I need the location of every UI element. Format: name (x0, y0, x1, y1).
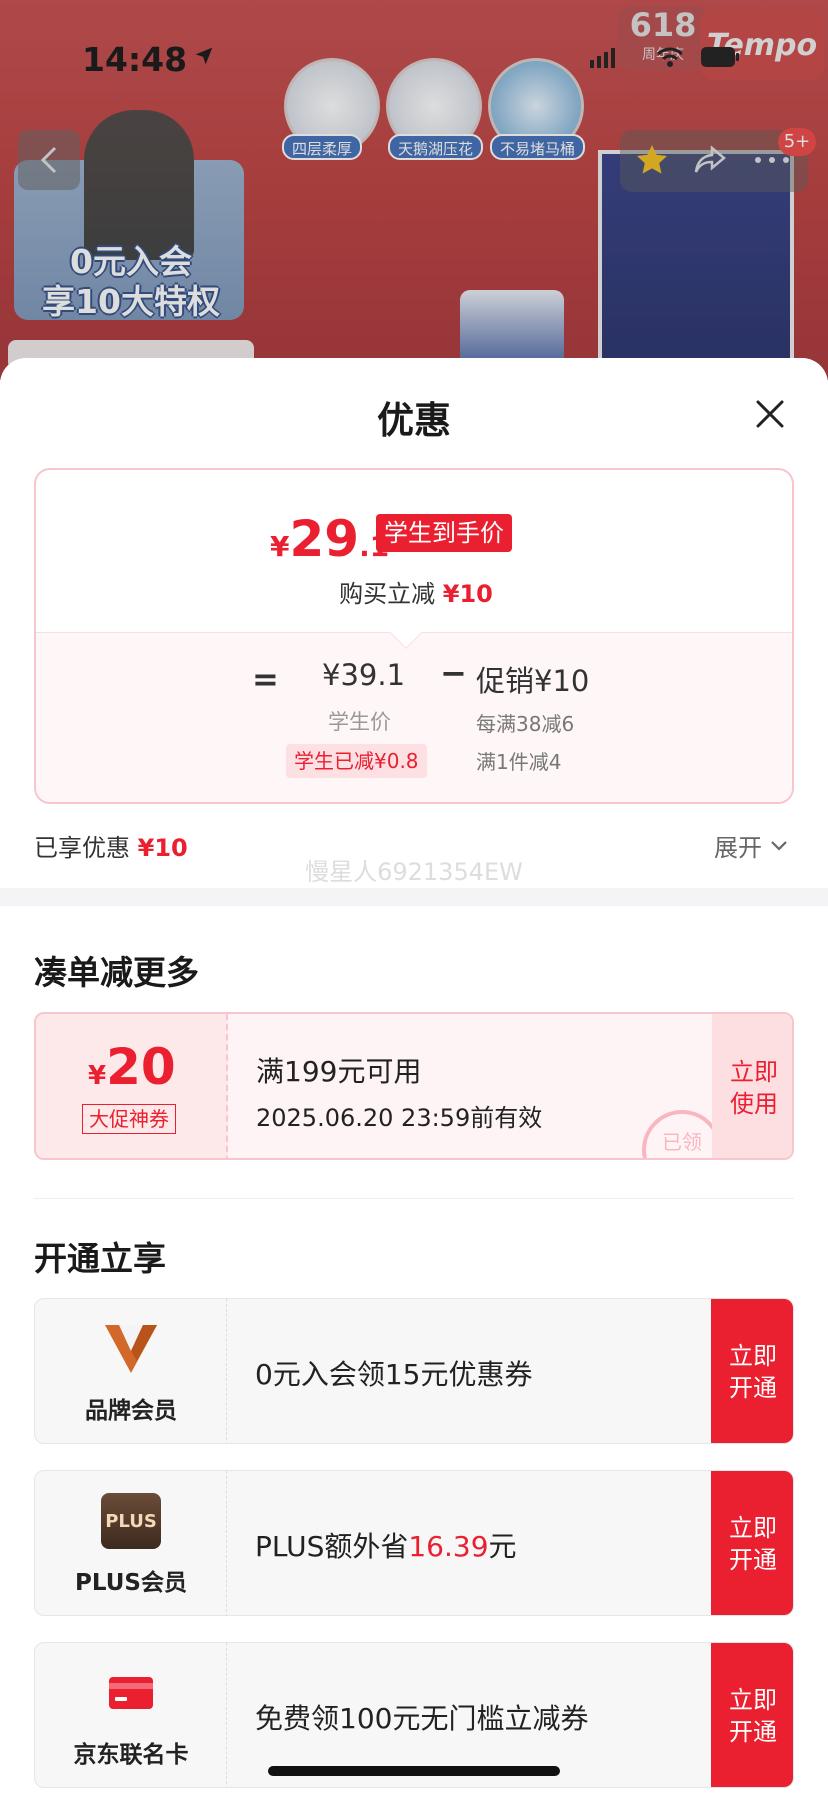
coupon-tag: 大促神券 (82, 1104, 176, 1134)
watermark: 慢星人6921354EW (305, 858, 523, 886)
student-discount-badge: 学生已减¥0.8 (286, 744, 427, 778)
promo-rule: 每满38减6 (476, 712, 575, 736)
coupon-value: 20 (106, 1038, 176, 1096)
battery-icon (701, 47, 739, 67)
offers-section: 凑单减更多 ¥20 大促神券 满199元可用 2025.06.20 23:59前… (0, 906, 828, 1796)
section-title-more: 凑单减更多 (34, 953, 199, 992)
promo-rule: 满1件减4 (476, 750, 562, 774)
brand-v-icon (105, 1325, 157, 1373)
student-price-tag: 学生到手价 (376, 514, 512, 552)
student-price: ¥39.1 (322, 658, 406, 692)
benefit-card-brand-member: 品牌会员 0元入会领15元优惠券 立即 开通 (34, 1298, 794, 1444)
activate-button[interactable]: 立即 开通 (711, 1299, 793, 1443)
signal-icon (590, 48, 615, 68)
plus-badge-text: PLUS (105, 1510, 157, 1532)
benefit-label: 品牌会员 (85, 1398, 177, 1424)
benefit-desc-text: PLUS额外省 (255, 1530, 409, 1563)
plus-badge-icon: PLUS (101, 1493, 161, 1549)
wifi-icon (657, 47, 683, 67)
product-page-background: 四层柔厚 天鹅湖压花 不易堵马桶 0元入会 享10大特权 618 周年庆 Tem… (0, 0, 828, 380)
benefit-icon-area: 品牌会员 (35, 1299, 227, 1443)
coupon-amount: ¥20 (88, 1038, 176, 1096)
minus-sign: − (440, 654, 467, 692)
coupon-condition: 满199元可用 (256, 1055, 422, 1088)
benefit-label: 京东联名卡 (73, 1742, 189, 1768)
benefit-desc-highlight: 16.39 (408, 1530, 489, 1563)
location-arrow-icon (195, 47, 213, 65)
benefit-desc: 免费领100元无门槛立减券 (255, 1702, 589, 1735)
credit-card-icon (109, 1677, 153, 1709)
claimed-stamp: 已领 (642, 1110, 722, 1158)
promo-discount: 促销¥10 (476, 664, 590, 698)
discount-sheet: 优惠 ¥29.1 学生到手价 购买立减 ¥10 = ¥39.1 学生价 学生已减… (0, 358, 828, 1796)
final-price: ¥29.1 (270, 510, 389, 568)
benefit-desc-suffix: 元 (488, 1530, 517, 1563)
reduce-value: ¥10 (442, 580, 493, 608)
chevron-down-icon (771, 840, 787, 851)
reduce-label: 购买立减 (339, 580, 436, 608)
activate-button[interactable]: 立即 开通 (711, 1471, 793, 1615)
coupon-validity: 2025.06.20 23:59前有效 (256, 1104, 543, 1132)
price-breakdown-card: ¥29.1 学生到手价 购买立减 ¥10 = ¥39.1 学生价 学生已减¥0.… (34, 468, 794, 804)
use-now-button[interactable]: 立即 使用 (712, 1014, 792, 1158)
benefit-label: PLUS会员 (75, 1570, 187, 1596)
price-breakdown-detail (36, 632, 792, 802)
benefit-card-plus-member: PLUS PLUS会员 PLUS额外省16.39元 立即 开通 (34, 1470, 794, 1616)
currency-symbol: ¥ (270, 530, 290, 563)
section-title-join: 开通立享 (34, 1239, 166, 1278)
home-indicator (268, 1766, 560, 1776)
close-icon[interactable] (750, 394, 790, 434)
coupon-currency: ¥ (88, 1061, 107, 1091)
sheet-header-area: 优惠 ¥29.1 学生到手价 购买立减 ¥10 = ¥39.1 学生价 学生已减… (0, 358, 828, 888)
instant-reduce-line: 购买立减 ¥10 (36, 574, 792, 609)
benefit-icon-area: PLUS PLUS会员 (35, 1471, 227, 1615)
activate-button[interactable]: 立即 开通 (711, 1643, 793, 1787)
price-integer: 29 (289, 510, 360, 568)
benefit-desc: PLUS额外省16.39元 (255, 1525, 517, 1565)
sheet-title: 优惠 (377, 399, 451, 442)
coupon-card: ¥20 大促神券 满199元可用 2025.06.20 23:59前有效 已领 … (34, 1012, 794, 1160)
benefit-desc: 0元入会领15元优惠券 (255, 1358, 533, 1391)
status-time: 14:48 (82, 40, 188, 79)
benefit-icon-area: 京东联名卡 (35, 1643, 227, 1787)
equals-sign: = (252, 660, 279, 698)
student-price-label: 学生价 (328, 710, 391, 734)
coupon-amount-area: ¥20 大促神券 (36, 1014, 228, 1158)
section-divider (34, 1198, 794, 1199)
